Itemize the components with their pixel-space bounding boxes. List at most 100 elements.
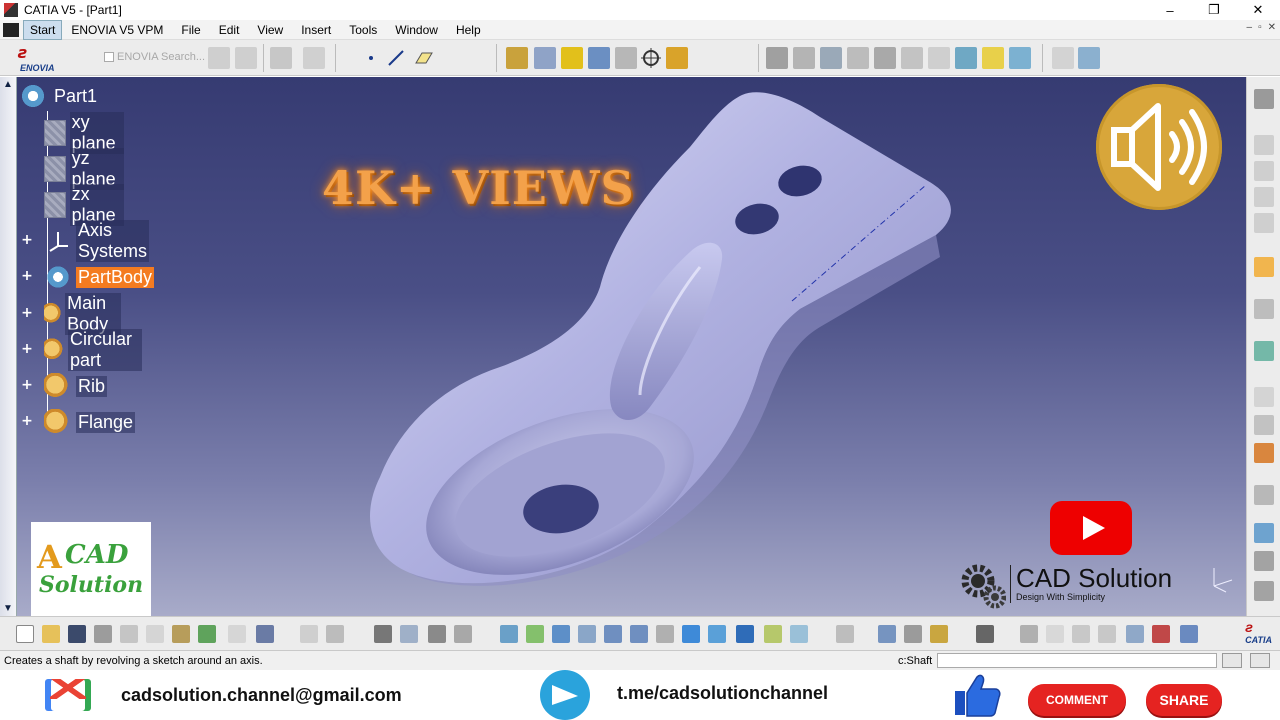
normal-view-icon[interactable]: [656, 625, 674, 643]
menu-enovia[interactable]: ENOVIA V5 VPM: [62, 20, 172, 40]
cut-icon[interactable]: [120, 625, 138, 643]
enovia-search[interactable]: ENOVIA Search...: [104, 51, 205, 63]
sketch-plane-icon[interactable]: [793, 47, 815, 69]
axis-icon[interactable]: [1072, 625, 1090, 643]
gear-icon[interactable]: [1254, 89, 1274, 109]
pocket-icon[interactable]: [534, 47, 556, 69]
doc-minimize-button[interactable]: –: [1247, 22, 1253, 33]
expand-icon[interactable]: +: [20, 342, 34, 356]
tool-icon[interactable]: [1254, 523, 1274, 543]
enovia-tool-4-icon[interactable]: [303, 47, 325, 69]
pad-icon[interactable]: [506, 47, 528, 69]
expand-icon[interactable]: +: [20, 414, 34, 428]
measure-item-icon[interactable]: [904, 625, 922, 643]
tool-icon[interactable]: [1254, 415, 1274, 435]
swap-space-icon[interactable]: [764, 625, 782, 643]
point-icon[interactable]: [360, 47, 382, 69]
new-icon[interactable]: [16, 625, 34, 643]
tool-icon[interactable]: [790, 625, 808, 643]
menu-edit[interactable]: Edit: [210, 20, 249, 40]
zoom-out-icon[interactable]: [630, 625, 648, 643]
doc-close-button[interactable]: ✕: [1268, 22, 1276, 33]
enovia-search-checkbox[interactable]: [104, 52, 114, 62]
tool-icon[interactable]: [1254, 161, 1274, 181]
enovia-tool-2-icon[interactable]: [235, 47, 257, 69]
tool-icon[interactable]: [1152, 625, 1170, 643]
tool-icon[interactable]: [1254, 187, 1274, 207]
pan-icon[interactable]: [552, 625, 570, 643]
rib-icon[interactable]: [666, 47, 688, 69]
copy-icon[interactable]: [146, 625, 164, 643]
scroll-up-icon[interactable]: ▲: [3, 79, 13, 90]
render-style-icon[interactable]: [708, 625, 726, 643]
shaft-icon[interactable]: [561, 47, 583, 69]
menu-start[interactable]: Start: [23, 19, 63, 40]
line-icon[interactable]: [385, 47, 407, 69]
whats-this-icon[interactable]: [256, 625, 274, 643]
hide-show-icon[interactable]: [736, 625, 754, 643]
tool-icon[interactable]: [454, 625, 472, 643]
close-surface-icon[interactable]: [1009, 47, 1031, 69]
status-button-2[interactable]: [1250, 653, 1270, 668]
split-icon[interactable]: [955, 47, 977, 69]
tool-icon[interactable]: [1254, 581, 1274, 601]
tree-node-yz-plane[interactable]: yz plane: [44, 148, 125, 190]
target-icon[interactable]: [640, 47, 662, 69]
measure-between-icon[interactable]: [878, 625, 896, 643]
formula-icon[interactable]: [300, 625, 318, 643]
3d-viewport[interactable]: ▲ ▼ Part1 xy plane yz plane zx plane + A…: [0, 77, 1246, 616]
open-icon[interactable]: [42, 625, 60, 643]
tree-scrollbar[interactable]: ▲ ▼: [0, 77, 17, 616]
annotation-icon[interactable]: [1254, 387, 1274, 407]
sketcher-icon[interactable]: [1254, 299, 1274, 319]
tree-node-main-body[interactable]: + Main Body: [18, 293, 122, 335]
fillet-icon[interactable]: [820, 47, 842, 69]
doc-restore-button[interactable]: ▫: [1258, 22, 1262, 33]
hand-icon[interactable]: [1046, 625, 1064, 643]
groove-icon[interactable]: [588, 47, 610, 69]
sketch-icon[interactable]: [766, 47, 788, 69]
thickness-icon[interactable]: [928, 47, 950, 69]
menu-tools[interactable]: Tools: [340, 20, 386, 40]
views-icon[interactable]: [682, 625, 700, 643]
enovia-tool-3-icon[interactable]: [270, 47, 292, 69]
tree-node-partbody[interactable]: + PartBody: [18, 264, 155, 290]
zoom-in-icon[interactable]: [604, 625, 622, 643]
menu-insert[interactable]: Insert: [292, 20, 340, 40]
tree-root[interactable]: Part1: [18, 83, 99, 109]
layers-icon[interactable]: [1254, 341, 1274, 361]
status-button-1[interactable]: [1222, 653, 1242, 668]
document-icon[interactable]: [3, 22, 19, 37]
menu-help[interactable]: Help: [447, 20, 490, 40]
tool-icon[interactable]: [836, 625, 854, 643]
tree-node-zx-plane[interactable]: zx plane: [44, 184, 125, 226]
paste-icon[interactable]: [172, 625, 190, 643]
knowledge-icon[interactable]: [326, 625, 344, 643]
measure-inertia-icon[interactable]: [930, 625, 948, 643]
tool-icon[interactable]: [1254, 135, 1274, 155]
draft-icon[interactable]: [901, 47, 923, 69]
tool-icon[interactable]: [400, 625, 418, 643]
axis-compass[interactable]: [1206, 564, 1236, 597]
undo-icon[interactable]: [198, 625, 216, 643]
thick-surface-icon[interactable]: [982, 47, 1004, 69]
tree-node-rib[interactable]: + Rib: [18, 373, 108, 399]
tool-icon[interactable]: [1180, 625, 1198, 643]
tool-icon[interactable]: [1254, 485, 1274, 505]
expand-icon[interactable]: +: [20, 269, 34, 283]
tool-icon[interactable]: [428, 625, 446, 643]
expand-icon[interactable]: +: [20, 233, 34, 247]
measure-icon[interactable]: [1052, 47, 1074, 69]
analysis-icon[interactable]: [1078, 47, 1100, 69]
plane-icon[interactable]: [412, 47, 434, 69]
tree-node-xy-plane[interactable]: xy plane: [44, 112, 125, 154]
print-icon[interactable]: [94, 625, 112, 643]
tool-icon[interactable]: [1020, 625, 1038, 643]
tool-icon[interactable]: [1254, 443, 1274, 463]
expand-icon[interactable]: +: [20, 378, 34, 392]
power-input-field[interactable]: [937, 653, 1217, 668]
camera-icon[interactable]: [976, 625, 994, 643]
tree-node-axis-systems[interactable]: + Axis Systems: [18, 220, 150, 262]
fly-mode-icon[interactable]: [500, 625, 518, 643]
enovia-tool-1-icon[interactable]: [208, 47, 230, 69]
